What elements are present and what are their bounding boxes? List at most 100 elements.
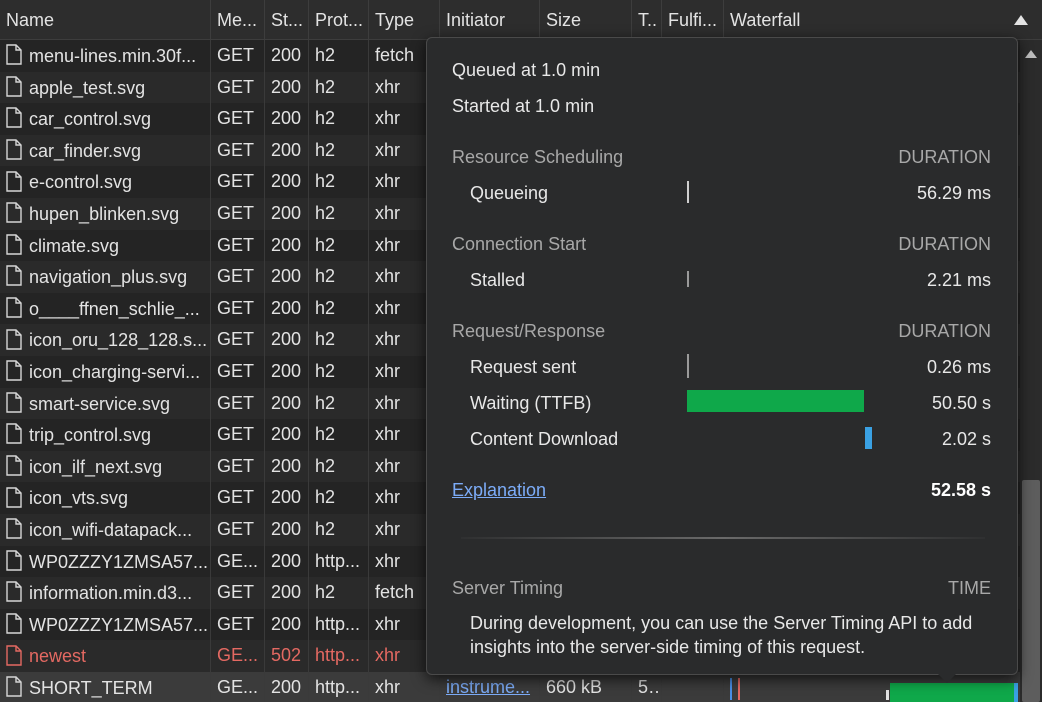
name-cell: trip_control.svg (0, 419, 211, 451)
type-value: xhr (375, 171, 401, 192)
column-header-type[interactable]: Type (369, 0, 440, 40)
status-cell: 200 (265, 545, 309, 578)
column-header-size[interactable]: Size (540, 0, 632, 40)
request-name: car_control.svg (29, 108, 152, 129)
file-icon (6, 581, 22, 603)
request-name: WP0ZZZY1ZMSA57... (29, 614, 209, 635)
duration-header: DURATION (898, 234, 991, 254)
request-name: newest (29, 646, 87, 667)
status-cell: 200 (265, 513, 309, 546)
method-value: GET (217, 360, 255, 381)
stalled-label: Stalled (470, 270, 526, 290)
method-cell: GE... (211, 640, 265, 672)
name-cell: navigation_plus.svg (0, 261, 211, 293)
method-cell: GET (211, 324, 265, 356)
request-name: WP0ZZZY1ZMSA57... (29, 551, 209, 572)
name-cell: icon_vts.svg (0, 482, 211, 514)
type-value: xhr (375, 202, 401, 223)
type-value: xhr (375, 676, 401, 697)
name-cell: icon_wifi-datapack... (0, 513, 211, 546)
protocol-value: h2 (315, 139, 336, 160)
server-timing-heading: Server Timing (452, 578, 564, 598)
status-value: 200 (271, 518, 302, 539)
column-header-waterfall[interactable]: Waterfall (724, 0, 1042, 40)
protocol-value: h2 (315, 329, 336, 350)
column-header-fulfilled[interactable]: Fulfi... (662, 0, 724, 40)
waiting-ttfb-bar (687, 390, 864, 412)
protocol-cell: h2 (309, 197, 369, 230)
status-cell: 200 (265, 671, 309, 702)
name-cell: menu-lines.min.30f... (0, 40, 211, 72)
waiting-ttfb-label: Waiting (TTFB) (470, 393, 592, 413)
protocol-value: http... (315, 676, 361, 697)
file-icon (6, 644, 22, 666)
initiator-cell: instrume... (440, 671, 540, 702)
type-value: xhr (375, 392, 401, 413)
protocol-cell: h2 (309, 40, 369, 72)
status-value: 200 (271, 455, 302, 476)
column-header-initiator[interactable]: Initiator (440, 0, 540, 40)
method-cell: GET (211, 355, 265, 388)
initiator-value[interactable]: instrume... (446, 677, 530, 697)
content-download-label: Content Download (470, 429, 619, 449)
content-download-bar (865, 427, 872, 449)
type-value: xhr (375, 550, 401, 571)
request-response-heading: Request/Response (452, 321, 606, 341)
type-value: xhr (375, 613, 401, 634)
request-name: icon_wifi-datapack... (29, 519, 193, 540)
column-header-method[interactable]: Me... (211, 0, 265, 40)
queueing-label: Queueing (470, 183, 549, 203)
status-value: 200 (271, 266, 302, 287)
explanation-link[interactable]: Explanation (452, 480, 546, 501)
request-name: icon_charging-servi... (29, 361, 201, 382)
scrollbar-thumb[interactable] (1022, 480, 1040, 702)
status-cell: 502 (265, 640, 309, 672)
method-value: GET (217, 108, 255, 129)
scrollbar[interactable] (1020, 40, 1042, 702)
status-value: 200 (271, 76, 302, 97)
type-value: xhr (375, 139, 401, 160)
column-header-name[interactable]: Name (0, 0, 211, 40)
method-value: GET (217, 582, 255, 603)
name-cell: icon_charging-servi... (0, 355, 211, 388)
method-cell: GET (211, 450, 265, 483)
column-header-status[interactable]: St... (265, 0, 309, 40)
status-cell: 200 (265, 450, 309, 483)
column-header-time[interactable]: T.. (632, 0, 662, 40)
request-name: smart-service.svg (29, 393, 171, 414)
method-cell: GET (211, 482, 265, 514)
stalled-bar (687, 271, 689, 287)
protocol-cell: h2 (309, 324, 369, 356)
status-cell: 200 (265, 292, 309, 325)
request-name: icon_oru_128_128.s... (29, 330, 208, 351)
request-name: information.min.d3... (29, 582, 193, 603)
method-cell: GET (211, 134, 265, 167)
file-icon (6, 328, 22, 350)
method-value: GET (217, 613, 255, 634)
type-value: fetch (375, 45, 415, 65)
file-icon (6, 44, 22, 65)
request-name: car_finder.svg (29, 140, 142, 161)
file-icon (6, 234, 22, 255)
waterfall-request-tick (886, 689, 889, 700)
protocol-cell: h2 (309, 577, 369, 609)
file-icon (6, 676, 22, 697)
status-value: 200 (271, 550, 302, 571)
waiting-ttfb-value: 50.50 s (931, 393, 991, 413)
protocol-cell: h2 (309, 482, 369, 514)
scroll-up-arrow-icon[interactable] (1025, 50, 1037, 58)
name-cell: icon_oru_128_128.s... (0, 324, 211, 356)
protocol-cell: http... (309, 640, 369, 672)
status-value: 200 (271, 329, 302, 350)
file-icon (6, 518, 22, 539)
status-cell: 200 (265, 324, 309, 356)
protocol-value: h2 (315, 45, 336, 65)
name-cell: WP0ZZZY1ZMSA57... (0, 545, 211, 578)
status-cell: 200 (265, 166, 309, 198)
table-row[interactable]: SHORT_TERM GE... 200 http... xhr instrume... 6… (0, 671, 1020, 702)
sort-ascending-icon[interactable] (1014, 15, 1028, 25)
column-header-protocol[interactable]: Prot... (309, 0, 369, 40)
name-cell: icon_ilf_next.svg (0, 450, 211, 483)
method-cell: GET (211, 229, 265, 262)
protocol-value: h2 (315, 424, 336, 445)
